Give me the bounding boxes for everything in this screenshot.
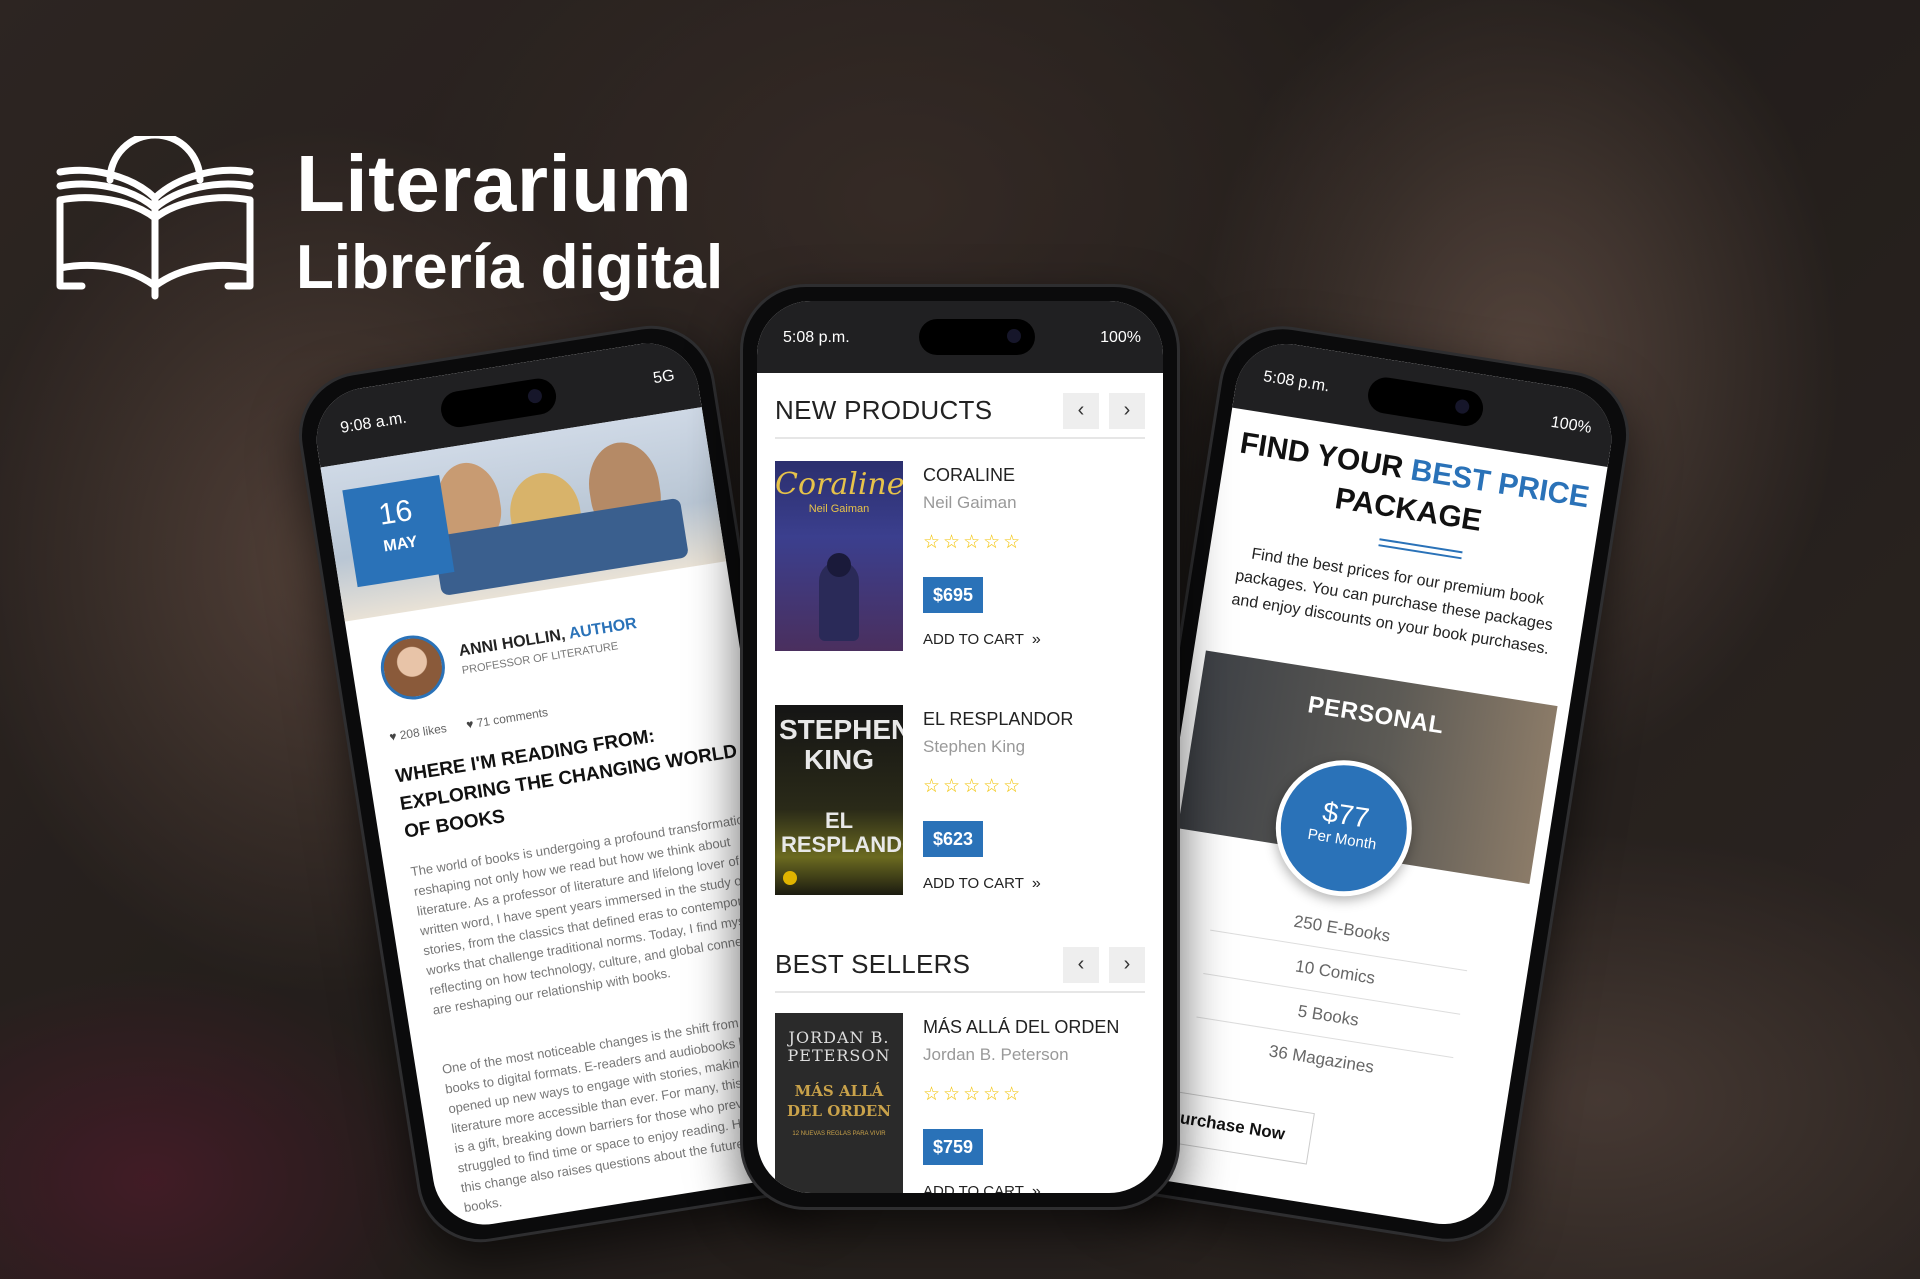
product-author: Neil Gaiman [923,493,1017,512]
likes-stat[interactable]: ♥ 208 likes [388,721,447,744]
status-time: 5:08 p.m. [783,329,850,346]
date-badge: 16 MAY [342,475,455,588]
products-screen: 5:08 p.m. 100% NEW PRODUCTS ‹ › Coraline… [757,301,1163,1193]
comments-count: 71 comments [475,705,549,731]
status-bar: 5:08 p.m. 100% [757,301,1163,373]
likes-count: 208 likes [398,721,448,743]
price-badge: $623 [923,821,983,857]
cover-author: Neil Gaiman [808,503,870,515]
add-to-cart-link[interactable]: ADD TO CART » [923,1183,1041,1193]
book-cover-image[interactable]: STEPHEN KING EL RESPLANDOR [775,705,903,895]
add-to-cart-label: ADD TO CART [923,631,1024,648]
product-title[interactable]: MÁS ALLÁ DEL ORDEN [923,1017,1119,1038]
new-products-header: NEW PRODUCTS ‹ › [775,387,1145,439]
post-paragraph: The world of books is undergoing a profo… [409,810,776,1018]
product-card[interactable]: JORDAN B. PETERSON MÁS ALLÁ DEL ORDEN 12… [775,1013,1145,1193]
price-badge: $759 [923,1129,983,1165]
product-author: Stephen King [923,737,1026,756]
pricing-description: Find the best prices for our premium boo… [1230,545,1554,658]
cover-tagline: 12 NUEVAS REGLAS PARA VIVIR [792,1131,886,1137]
prev-arrow-icon[interactable]: ‹ [1063,947,1099,983]
status-time: 5:08 p.m. [1262,368,1331,396]
battery-status: 100% [1549,413,1593,437]
star-rating-icon: ☆☆☆☆☆ [923,532,1024,553]
product-card[interactable]: STEPHEN KING EL RESPLANDOR EL RESPLANDOR… [775,705,1145,901]
heading-divider [1378,538,1463,560]
heading-part: FIND YOUR [1237,426,1406,485]
product-title[interactable]: EL RESPLANDOR [923,709,1073,730]
heart-icon: ♥ [465,716,475,732]
add-to-cart-link[interactable]: ADD TO CART » [923,631,1041,649]
comments-stat[interactable]: ♥ 71 comments [465,705,549,732]
next-arrow-icon[interactable]: › [1109,393,1145,429]
open-book-logo-icon [56,136,254,300]
signal-status: 5G [652,367,676,388]
star-rating-icon: ☆☆☆☆☆ [923,776,1024,797]
author-avatar [376,630,450,705]
next-arrow-icon[interactable]: › [1109,947,1145,983]
star-rating-icon: ☆☆☆☆☆ [923,1084,1024,1105]
add-to-cart-label: ADD TO CART [923,875,1024,892]
brand-title: Literarium [296,139,693,228]
prev-arrow-icon[interactable]: ‹ [1063,393,1099,429]
add-to-cart-label: ADD TO CART [923,1183,1024,1193]
heart-icon: ♥ [388,729,398,744]
product-title[interactable]: CORALINE [923,465,1015,486]
phone-products: 5:08 p.m. 100% NEW PRODUCTS ‹ › Coraline… [740,284,1180,1210]
cover-subtitle: MÁS ALLÁ DEL ORDEN [787,1082,891,1120]
book-cover-image[interactable]: JORDAN B. PETERSON MÁS ALLÁ DEL ORDEN 12… [775,1013,903,1193]
dynamic-island [919,319,1035,355]
battery-status: 100% [1100,329,1141,346]
product-author: Jordan B. Peterson [923,1045,1069,1064]
double-chevron-icon: » [1031,631,1041,648]
add-to-cart-link[interactable]: ADD TO CART » [923,875,1041,893]
double-chevron-icon: » [1031,875,1041,892]
section-title: BEST SELLERS [775,949,971,979]
price-badge: $695 [923,577,983,613]
double-chevron-icon: » [1031,1183,1041,1193]
brand-subtitle: Librería digital [296,233,724,302]
cover-subtitle: EL RESPLANDOR [781,808,903,857]
best-sellers-header: BEST SELLERS ‹ › [775,941,1145,993]
dynamic-island [1365,374,1486,429]
book-cover-image[interactable]: Coraline Neil Gaiman [775,461,903,651]
dynamic-island [438,376,559,430]
cover-title: STEPHEN KING [779,714,903,775]
status-time: 9:08 a.m. [339,409,408,437]
product-card[interactable]: Coraline Neil Gaiman CORALINE Neil Gaima… [775,461,1145,657]
post-stats: ♥ 208 likes ♥ 71 comments [388,705,549,744]
cover-title: JORDAN B. PETERSON [787,1028,891,1065]
section-title: NEW PRODUCTS [775,395,993,425]
brand: Literarium Librería digital [52,136,723,308]
cover-title: Coraline [775,467,903,502]
